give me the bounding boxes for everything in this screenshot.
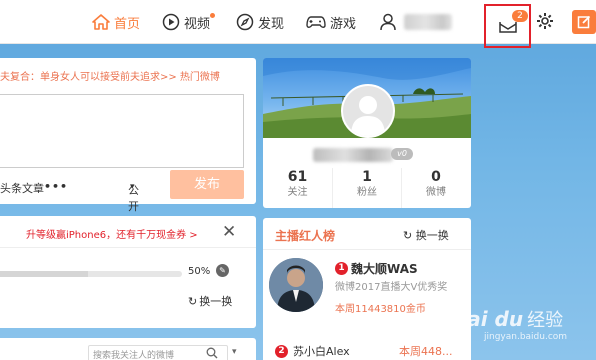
refresh-icon: ↻ — [188, 295, 198, 308]
task-card: 升等级赢iPhone6，还有千万现金券 > ✕ 50% ✎ ↻ 换一换 — [0, 216, 256, 328]
publish-textarea[interactable] — [0, 94, 244, 168]
edit-icon — [577, 15, 591, 29]
video-icon — [162, 13, 180, 31]
gamepad-icon — [306, 16, 326, 28]
watermark-text: 经验 — [527, 310, 564, 331]
streamer-ranking-card: 主播红人榜 ↻ 换一换 1 魏大顺WAS 微博2017直播大V优秀奖 本周1144… — [263, 218, 471, 360]
nav-game[interactable]: 游戏 — [306, 12, 356, 32]
messages-highlight-box[interactable]: 2 — [484, 4, 531, 48]
ranking-title: 主播红人榜 — [275, 229, 336, 243]
progress-fill — [0, 271, 88, 277]
streamer-avatar[interactable] — [269, 258, 323, 312]
username-blurred — [404, 14, 452, 30]
send-button[interactable]: 发布 — [170, 170, 244, 199]
ranking-item-1[interactable]: 1 魏大顺WAS — [335, 260, 418, 277]
nav-home-label: 首页 — [114, 16, 141, 32]
more-options-button[interactable]: ••• — [44, 180, 68, 193]
stat-label: 微博 — [426, 187, 446, 198]
nav-discover-label: 发现 — [258, 16, 285, 32]
default-avatar-icon — [343, 86, 393, 136]
home-icon — [92, 14, 110, 30]
compose-button[interactable] — [572, 10, 596, 34]
swap-label: 换一换 — [415, 229, 449, 242]
nav-home[interactable]: 首页 — [92, 12, 140, 32]
nav-user[interactable] — [380, 12, 452, 32]
nav-video-label: 视频 — [184, 16, 211, 32]
nav-discover[interactable]: 发现 — [236, 12, 284, 32]
close-icon[interactable]: ✕ — [222, 222, 236, 242]
search-icon[interactable] — [206, 347, 218, 359]
rank-badge: 1 — [335, 262, 348, 275]
compass-icon — [236, 13, 254, 31]
publish-card: 夫复合：单身女人可以接受前夫追求>> 热门微博 头条文章 ••• 公开 ▾ 发布 — [0, 58, 256, 213]
nav-video[interactable]: 视频 — [162, 12, 215, 32]
hot-topic-link[interactable]: 夫复合：单身女人可以接受前夫追求>> 热门微博 — [0, 68, 220, 83]
gear-icon[interactable] — [536, 12, 554, 30]
level-progress-bar — [0, 271, 182, 277]
user-icon — [380, 13, 396, 31]
stat-following[interactable]: 61 关注 — [263, 168, 332, 208]
level-badge: v0 — [391, 148, 413, 160]
stat-value: 0 — [431, 169, 441, 185]
avatar[interactable] — [341, 84, 395, 138]
progress-percent: 50% — [188, 266, 211, 277]
chevron-down-icon: ▾ — [130, 182, 135, 192]
stat-value: 61 — [287, 169, 308, 185]
refresh-icon: ↻ — [403, 229, 416, 242]
pencil-icon[interactable]: ✎ — [216, 264, 229, 277]
streamer-name[interactable]: 苏小白Alex — [293, 343, 350, 359]
promo-link[interactable]: 升等级赢iPhone6，还有千万现金券 > — [26, 226, 198, 241]
watermark-logo: Bai du — [452, 307, 524, 331]
swap-label: 换一换 — [199, 295, 233, 308]
task-header: 升等级赢iPhone6，还有千万现金券 > ✕ — [0, 216, 256, 248]
username-blurred — [313, 148, 393, 162]
stat-followers[interactable]: 1 粉丝 — [332, 168, 401, 208]
top-nav-bar: 首页 视频 发现 游戏 2 — [0, 0, 596, 48]
streamer-score: 本周11443810金币 — [335, 304, 426, 315]
messages-count-badge: 2 — [512, 10, 528, 22]
swap-button[interactable]: ↻ 换一换 — [403, 227, 449, 243]
streamer-score: 本周448... — [399, 345, 453, 358]
search-card: 搜索我关注人的微博 ▾ — [0, 338, 256, 360]
swap-button[interactable]: ↻ 换一换 — [188, 293, 232, 309]
baidu-jingyan-watermark: Bai du 经验 — [452, 306, 563, 332]
watermark-url: jingyan.baidu.com — [484, 332, 568, 342]
profile-card: v0 61 关注 1 粉丝 0 微博 — [263, 58, 471, 208]
profile-stats: 61 关注 1 粉丝 0 微博 — [263, 168, 471, 208]
streamer-photo — [269, 258, 323, 312]
streamer-name[interactable]: 魏大顺WAS — [351, 262, 418, 276]
chevron-down-icon[interactable]: ▾ — [232, 347, 237, 357]
nav-game-label: 游戏 — [330, 16, 357, 32]
article-button[interactable]: 头条文章 — [0, 180, 44, 196]
stat-label: 关注 — [287, 187, 308, 198]
streamer-description: 微博2017直播大V优秀奖 — [335, 282, 448, 293]
ranking-header: 主播红人榜 ↻ 换一换 — [263, 218, 471, 250]
stat-posts[interactable]: 0 微博 — [401, 168, 470, 208]
rank-badge: 2 — [275, 345, 288, 358]
new-dot — [210, 13, 215, 18]
stat-value: 1 — [362, 169, 372, 185]
stat-label: 粉丝 — [357, 187, 377, 198]
